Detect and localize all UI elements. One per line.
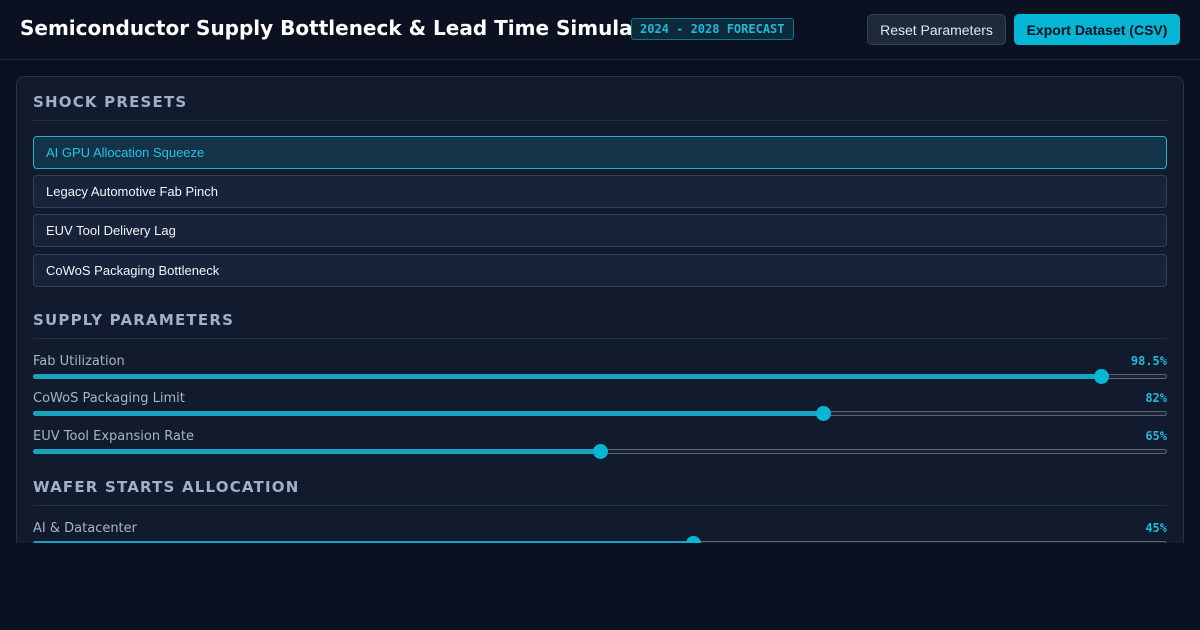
fab-utilization-label: Fab Utilization [33, 354, 125, 369]
fab-utilization-slider[interactable] [33, 369, 1167, 384]
preset-euv-tool-delivery-lag[interactable]: EUV Tool Delivery Lag [33, 214, 1167, 247]
fab-utilization-value: 98.5% [1130, 354, 1167, 368]
control-panel: SHOCK PRESETS AI GPU Allocation Squeeze … [16, 76, 1184, 543]
app-header: Semiconductor Supply Bottleneck & Lead T… [0, 0, 1200, 60]
cowos-packaging-limit-value: 82% [1145, 391, 1167, 405]
page-title: Semiconductor Supply Bottleneck & Lead T… [20, 16, 666, 40]
slider-thumb[interactable] [685, 536, 701, 543]
preset-ai-gpu-allocation-squeeze[interactable]: AI GPU Allocation Squeeze [33, 136, 1167, 169]
euv-tool-expansion-rate-slider[interactable] [33, 444, 1167, 459]
slider-fill [33, 449, 599, 454]
cowos-packaging-limit-slider[interactable] [33, 406, 1167, 421]
euv-tool-expansion-rate-value: 65% [1145, 429, 1167, 443]
slider-thumb[interactable] [1094, 369, 1110, 384]
preset-legacy-automotive-fab-pinch[interactable]: Legacy Automotive Fab Pinch [33, 175, 1167, 208]
section-divider [33, 120, 1167, 121]
ai-datacenter-slider[interactable] [33, 536, 1167, 543]
slider-fill [33, 541, 692, 543]
euv-tool-expansion-rate-label: EUV Tool Expansion Rate [33, 429, 195, 444]
slider-thumb[interactable] [593, 444, 608, 459]
ai-datacenter-label: AI & Datacenter [33, 521, 137, 536]
supply-parameters-heading: SUPPLY PARAMETERS [33, 311, 235, 329]
section-divider [33, 338, 1167, 339]
slider-fill [33, 374, 1101, 379]
preset-cowos-packaging-bottleneck[interactable]: CoWoS Packaging Bottleneck [33, 254, 1167, 287]
shock-presets-heading: SHOCK PRESETS [33, 93, 188, 111]
cowos-packaging-limit-label: CoWoS Packaging Limit [33, 391, 185, 406]
ai-datacenter-value: 45% [1145, 521, 1167, 535]
export-dataset-button[interactable]: Export Dataset (CSV) [1014, 14, 1180, 45]
wafer-starts-allocation-heading: WAFER STARTS ALLOCATION [33, 478, 300, 496]
slider-thumb[interactable] [816, 406, 831, 421]
forecast-badge: 2024 - 2028 FORECAST [631, 18, 794, 40]
reset-parameters-button[interactable]: Reset Parameters [867, 14, 1006, 45]
section-divider [33, 505, 1167, 506]
slider-fill [33, 411, 822, 416]
